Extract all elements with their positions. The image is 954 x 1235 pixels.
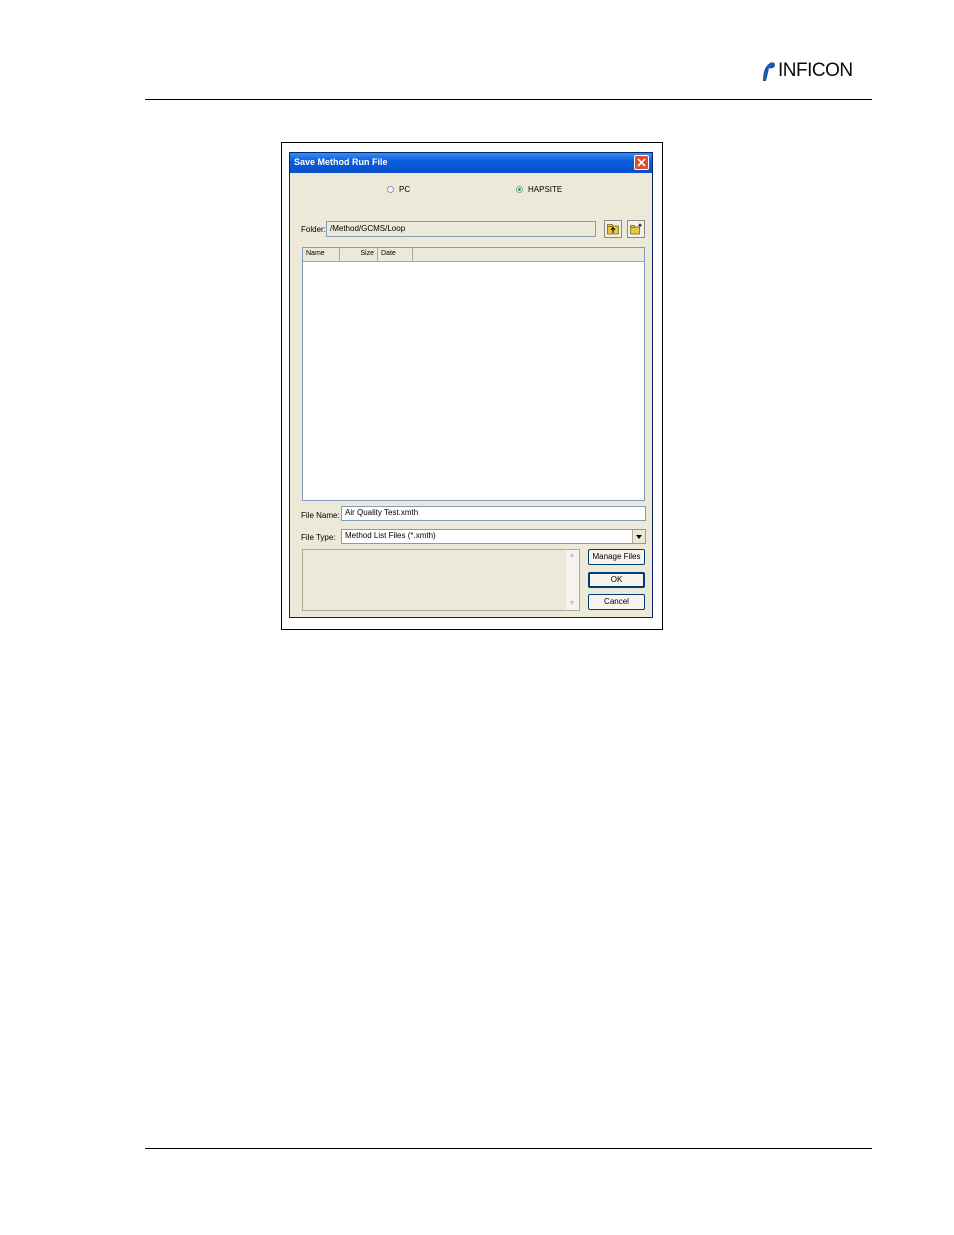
column-name[interactable]: Name (303, 248, 340, 261)
file-name-input[interactable]: Air Quality Test.xmth (341, 506, 646, 521)
folder-up-icon (607, 224, 619, 235)
brand-logo: INFICON (760, 58, 853, 84)
radio-pc-indicator[interactable] (387, 186, 394, 193)
radio-hapsite-label: HAPSITE (528, 185, 563, 194)
new-folder-button[interactable] (627, 220, 645, 238)
file-type-value: Method List Files (*.xmth) (345, 531, 436, 540)
manage-files-button[interactable]: Manage Files (588, 549, 645, 565)
file-list[interactable]: Name Size Date (302, 247, 645, 501)
save-method-dialog: Save Method Run File PC HAPSITE Folder: … (289, 152, 653, 618)
description-scrollbar[interactable]: ▲ ▼ (566, 550, 579, 610)
file-list-header: Name Size Date (303, 248, 644, 262)
description-box: ▲ ▼ (302, 549, 580, 611)
file-type-select[interactable]: Method List Files (*.xmth) (341, 529, 646, 544)
dialog-titlebar[interactable]: Save Method Run File (290, 153, 652, 173)
folder-path-field: /Method/GCMS/Loop (326, 221, 596, 237)
radio-hapsite[interactable]: HAPSITE (516, 185, 562, 194)
header-divider (145, 99, 872, 100)
close-icon (637, 158, 646, 167)
scroll-up-icon[interactable]: ▲ (568, 552, 576, 560)
radio-pc-label: PC (399, 185, 411, 194)
dropdown-arrow-icon[interactable] (632, 530, 645, 543)
folder-up-button[interactable] (604, 220, 622, 238)
close-button[interactable] (634, 155, 649, 170)
scroll-down-icon[interactable]: ▼ (568, 600, 576, 608)
radio-pc[interactable]: PC (387, 185, 410, 194)
footer-divider (145, 1148, 872, 1149)
ok-button[interactable]: OK (588, 572, 645, 588)
folder-label: Folder: (301, 225, 326, 234)
new-folder-icon (630, 223, 642, 235)
radio-hapsite-indicator[interactable] (516, 186, 523, 193)
file-name-label: File Name: (301, 511, 340, 520)
column-size[interactable]: Size (340, 248, 378, 261)
cancel-button[interactable]: Cancel (588, 594, 645, 610)
brand-name: INFICON (778, 60, 853, 81)
dialog-title: Save Method Run File (294, 157, 388, 167)
logo-icon (763, 62, 775, 81)
file-type-label: File Type: (301, 533, 336, 542)
column-date[interactable]: Date (378, 248, 413, 261)
